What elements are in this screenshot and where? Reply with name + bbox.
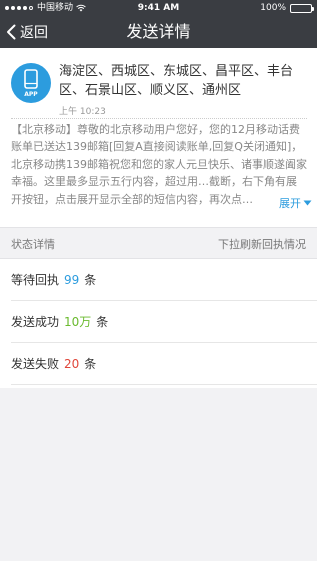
status-bar-right: 100%: [260, 0, 314, 16]
message-card: APP 海淀区、西城区、东城区、昌平区、丰台区、石景山区、顺义区、通州区 上午 …: [0, 48, 317, 218]
message-body: 【北京移动】尊敬的北京移动用户您好，您的12月移动话费账单已送达139邮箱[回复…: [11, 123, 307, 206]
message-time: 上午 10:23: [59, 107, 106, 117]
navigation-bar: 返回 发送详情: [0, 16, 317, 48]
expand-button[interactable]: 展开: [277, 195, 312, 211]
status-row-pending[interactable]: 等待回执 99 条: [11, 259, 317, 301]
pull-to-refresh-hint: 下拉刷新回执情况: [218, 238, 306, 251]
status-row-unit: 条: [96, 315, 109, 329]
status-row-count: 10万: [64, 315, 92, 329]
status-row-label: 发送失败: [11, 357, 60, 371]
status-row-label: 发送成功: [11, 315, 60, 329]
page-title: 发送详情: [126, 22, 191, 41]
recipients-list: 海淀区、西城区、东城区、昌平区、丰台区、石景山区、顺义区、通州区: [59, 64, 294, 98]
battery-percent-label: 100%: [260, 3, 286, 13]
status-bar: 中国移动 9:41 AM 100%: [0, 0, 317, 16]
empty-background: [0, 388, 317, 561]
dotted-divider: [11, 118, 307, 119]
app-icon-label: APP: [24, 91, 38, 98]
app-icon: APP: [11, 63, 51, 103]
caret-down-icon: [303, 200, 312, 206]
phone-icon: [24, 69, 38, 89]
battery-icon: [290, 3, 314, 13]
status-list: 等待回执 99 条 发送成功 10万条 发送失败 20 条: [0, 259, 317, 385]
status-section-title: 状态详情: [11, 238, 55, 251]
status-section-header: 状态详情 下拉刷新回执情况: [0, 227, 317, 259]
status-row-success[interactable]: 发送成功 10万条: [11, 301, 317, 343]
status-row-count: 20: [64, 357, 80, 371]
status-row-count: 99: [64, 273, 80, 287]
status-row-failed[interactable]: 发送失败 20 条: [11, 343, 317, 385]
status-row-unit: 条: [84, 357, 97, 371]
send-detail-screen: 中国移动 9:41 AM 100% 返回 发送详情 APP 海淀区、西城区、东城…: [0, 0, 317, 561]
expand-button-label: 展开: [279, 197, 301, 210]
status-row-label: 等待回执: [11, 273, 60, 287]
status-row-unit: 条: [84, 273, 97, 287]
